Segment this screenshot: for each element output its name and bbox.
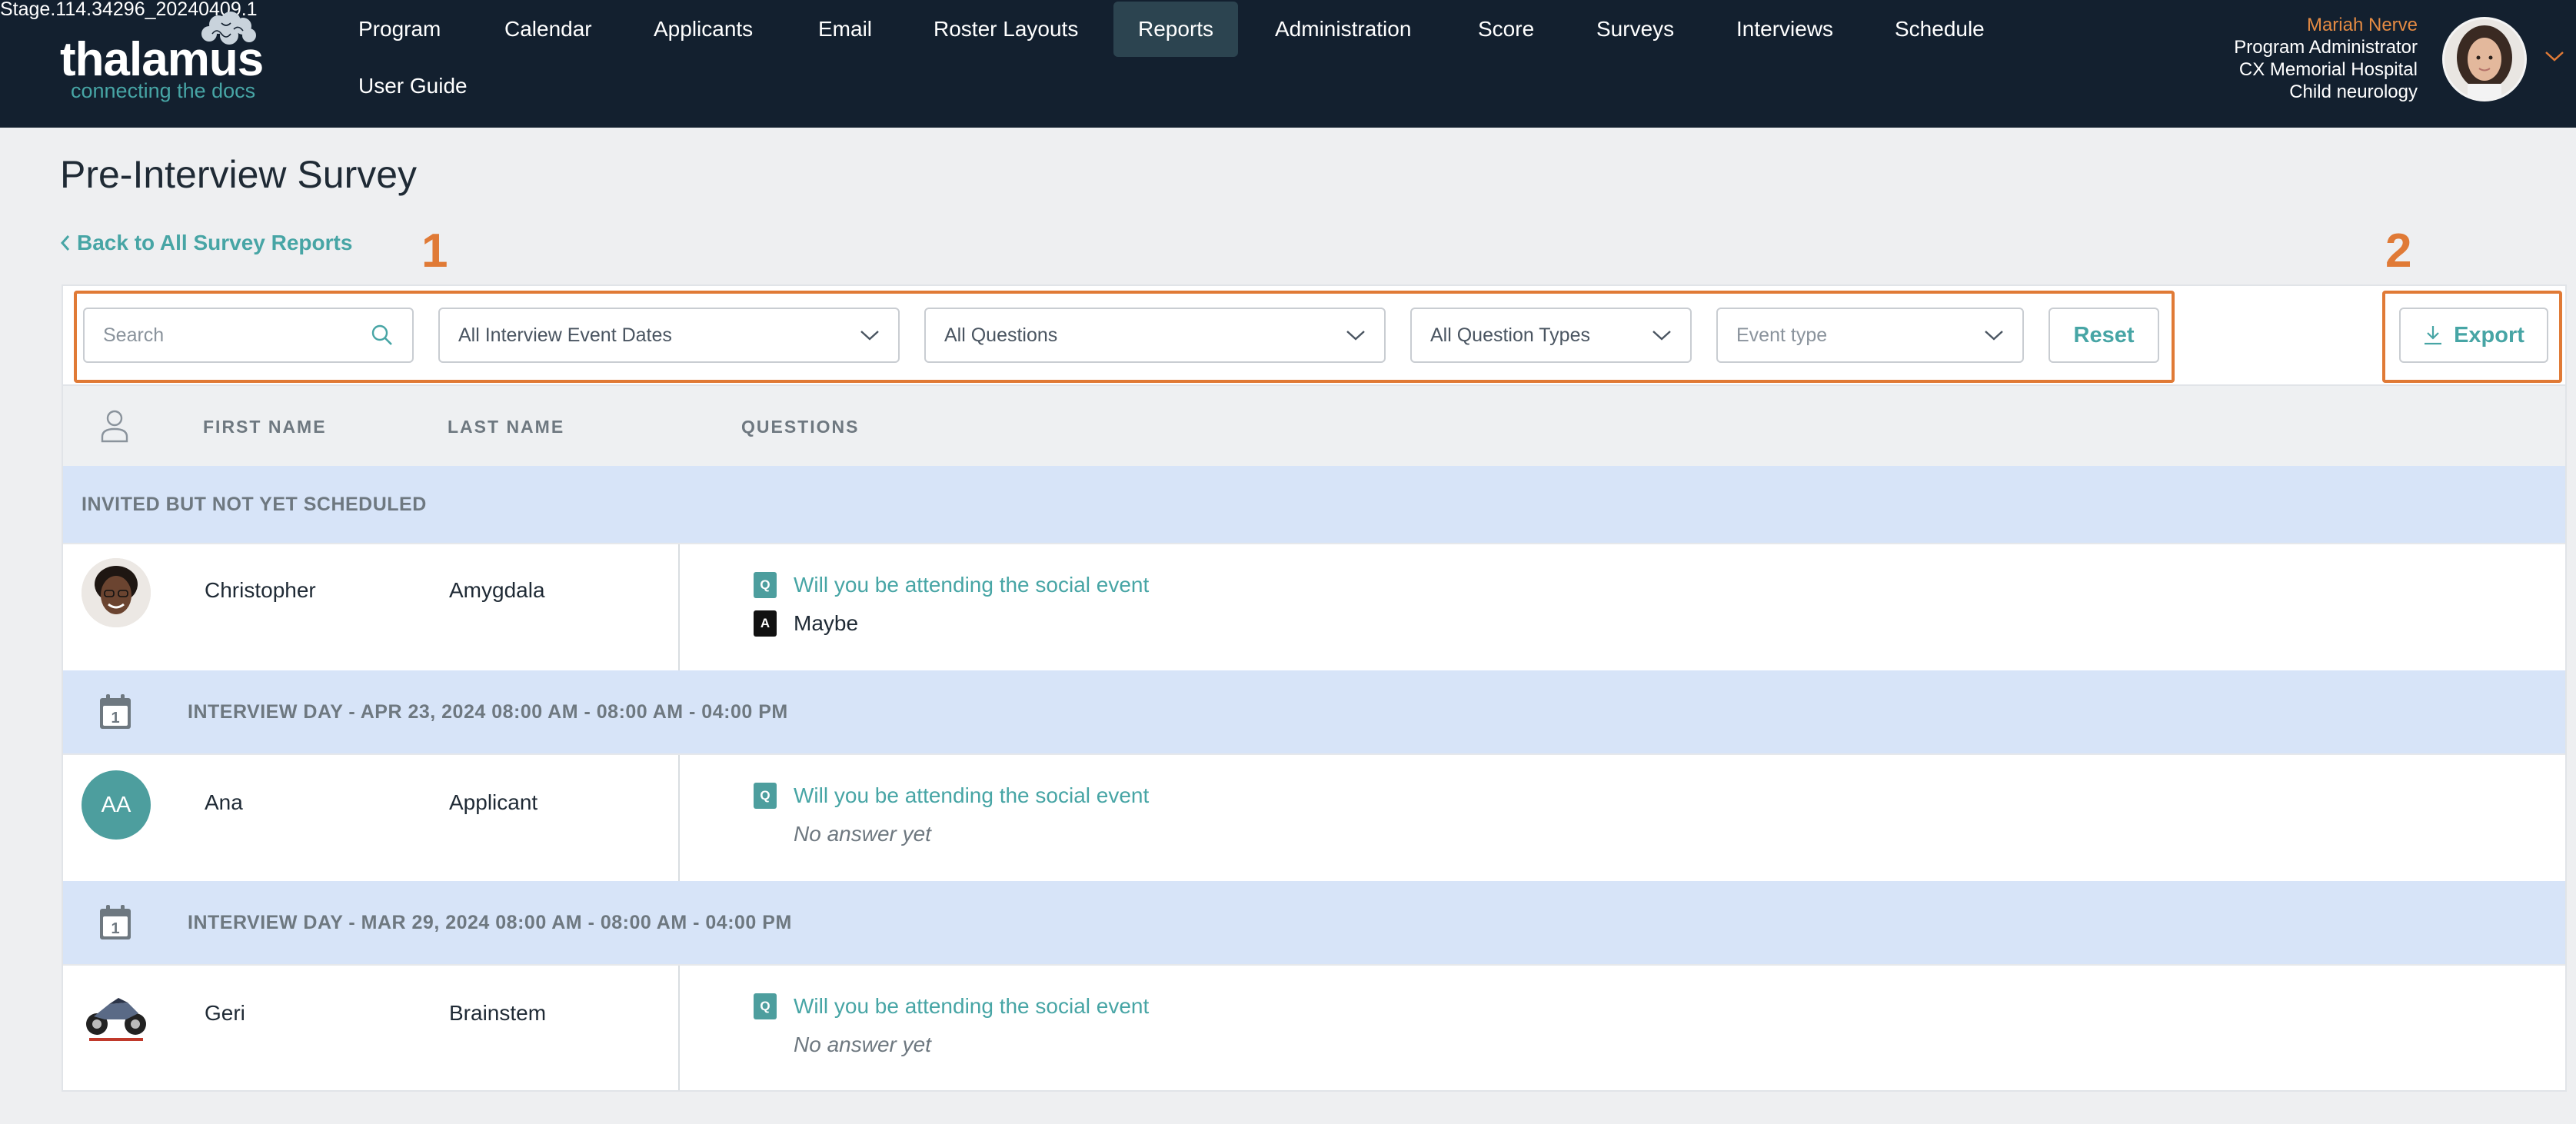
nav-score[interactable]: Score <box>1453 2 1559 57</box>
questions-dropdown[interactable]: All Questions <box>924 308 1386 363</box>
nav-program[interactable]: Program <box>334 2 465 57</box>
brand-tagline: connecting the docs <box>71 79 256 102</box>
group-header: INVITED BUT NOT YET SCHEDULED <box>63 466 2565 543</box>
chevron-down-icon <box>1346 331 1365 341</box>
event-type-dropdown[interactable]: Event type <box>1716 308 2024 363</box>
question-answer-block: Q Will you be attending the social event… <box>754 566 1149 643</box>
calendar-icon: 1 <box>100 905 131 939</box>
nav-calendar[interactable]: Calendar <box>480 2 617 57</box>
question-badge-icon: Q <box>754 783 777 809</box>
person-icon <box>101 410 128 443</box>
brand-name[interactable]: thalamus <box>60 35 264 85</box>
nav-user-guide[interactable]: User Guide <box>334 58 492 114</box>
question-types-value: All Question Types <box>1430 324 1590 346</box>
chevron-down-icon <box>860 331 879 341</box>
nav-administration[interactable]: Administration <box>1250 2 1436 57</box>
page-title: Pre-Interview Survey <box>60 153 418 196</box>
search-input[interactable]: Search <box>83 308 414 363</box>
nav-surveys[interactable]: Surveys <box>1572 2 1699 57</box>
question-link[interactable]: Will you be attending the social event <box>794 783 1149 808</box>
question-badge-icon: Q <box>754 572 777 598</box>
search-placeholder: Search <box>103 324 165 346</box>
chevron-left-icon <box>60 235 70 251</box>
nav-email[interactable]: Email <box>794 2 897 57</box>
user-info[interactable]: Mariah Nerve Program Administrator CX Me… <box>2234 14 2418 103</box>
interview-dates-value: All Interview Event Dates <box>458 324 672 346</box>
calendar-icon: 1 <box>100 694 131 729</box>
nav-applicants[interactable]: Applicants <box>629 2 777 57</box>
survey-report-panel: Search All Interview Event Dates All Que… <box>62 284 2567 1092</box>
question-answer-block: Q Will you be attending the social event… <box>754 776 1149 853</box>
nav-schedule[interactable]: Schedule <box>1870 2 2009 57</box>
table-row[interactable]: Christopher Amygdala Q Will you be atten… <box>63 543 2565 670</box>
user-name: Mariah Nerve <box>2306 15 2418 35</box>
question-link[interactable]: Will you be attending the social event <box>794 573 1149 597</box>
calendar-day: 1 <box>111 710 119 727</box>
event-type-placeholder: Event type <box>1736 324 1828 346</box>
export-label: Export <box>2454 322 2524 348</box>
applicant-avatar <box>82 981 151 1050</box>
user-role: Program Administrator <box>2234 37 2418 58</box>
column-divider <box>678 966 680 1090</box>
answer-text: No answer yet <box>794 822 931 846</box>
annotation-2: 2 <box>2385 224 2412 278</box>
table-row[interactable]: Geri Brainstem Q Will you be attending t… <box>63 964 2565 1090</box>
column-divider <box>678 544 680 670</box>
column-first-name[interactable]: FIRST NAME <box>203 417 327 437</box>
first-name-cell: Christopher <box>205 578 316 602</box>
answer-text: No answer yet <box>794 1033 931 1056</box>
column-divider <box>678 755 680 881</box>
first-name-cell: Ana <box>205 790 243 814</box>
last-name-cell: Amygdala <box>449 578 545 602</box>
group-label: INVITED BUT NOT YET SCHEDULED <box>82 494 427 515</box>
calendar-day: 1 <box>111 920 119 937</box>
interview-dates-dropdown[interactable]: All Interview Event Dates <box>438 308 900 363</box>
reset-button[interactable]: Reset <box>2048 308 2159 363</box>
group-header: 1 INTERVIEW DAY - APR 23, 2024 08:00 AM … <box>63 670 2565 753</box>
search-icon <box>371 324 392 345</box>
question-badge-icon: Q <box>754 993 777 1019</box>
group-header: 1 INTERVIEW DAY - MAR 29, 2024 08:00 AM … <box>63 881 2565 964</box>
back-to-survey-reports-link[interactable]: Back to All Survey Reports <box>60 231 352 255</box>
question-answer-block: Q Will you be attending the social event… <box>754 987 1149 1064</box>
top-navigation-bar: Stage.114.34296_20240409.1 thalamus conn… <box>0 0 2576 128</box>
annotation-1: 1 <box>421 224 448 278</box>
user-avatar[interactable] <box>2442 17 2527 101</box>
table-header: FIRST NAME LAST NAME QUESTIONS <box>63 384 2565 466</box>
question-link[interactable]: Will you be attending the social event <box>794 994 1149 1019</box>
user-specialty: Child neurology <box>2289 81 2418 102</box>
download-icon <box>2425 326 2442 345</box>
column-last-name[interactable]: LAST NAME <box>448 417 564 437</box>
last-name-cell: Brainstem <box>449 1001 547 1025</box>
group-label: INTERVIEW DAY - MAR 29, 2024 08:00 AM - … <box>188 912 792 933</box>
group-label: INTERVIEW DAY - APR 23, 2024 08:00 AM - … <box>188 701 788 723</box>
answer-text: Maybe <box>794 611 859 635</box>
table-row[interactable]: AA Ana Applicant Q Will you be attending… <box>63 753 2565 881</box>
user-menu-chevron-down-icon[interactable] <box>2544 49 2565 63</box>
applicant-avatar-initials: AA <box>82 770 151 840</box>
nav-interviews[interactable]: Interviews <box>1712 2 1858 57</box>
column-questions: QUESTIONS <box>741 417 860 437</box>
applicant-avatar <box>82 558 151 627</box>
question-types-dropdown[interactable]: All Question Types <box>1410 308 1692 363</box>
filter-toolbar: Search All Interview Event Dates All Que… <box>63 286 2565 384</box>
nav-reports[interactable]: Reports <box>1113 2 1239 57</box>
answer-badge-icon: A <box>754 610 777 637</box>
last-name-cell: Applicant <box>449 790 538 814</box>
chevron-down-icon <box>1985 331 2003 341</box>
motorcycle-icon <box>82 981 151 1050</box>
user-organization: CX Memorial Hospital <box>2238 59 2418 80</box>
chevron-down-icon <box>1652 331 1671 341</box>
questions-value: All Questions <box>944 324 1058 346</box>
export-button[interactable]: Export <box>2399 308 2548 363</box>
first-name-cell: Geri <box>205 1001 245 1025</box>
back-link-label: Back to All Survey Reports <box>77 231 353 254</box>
nav-roster-layouts[interactable]: Roster Layouts <box>909 2 1103 57</box>
